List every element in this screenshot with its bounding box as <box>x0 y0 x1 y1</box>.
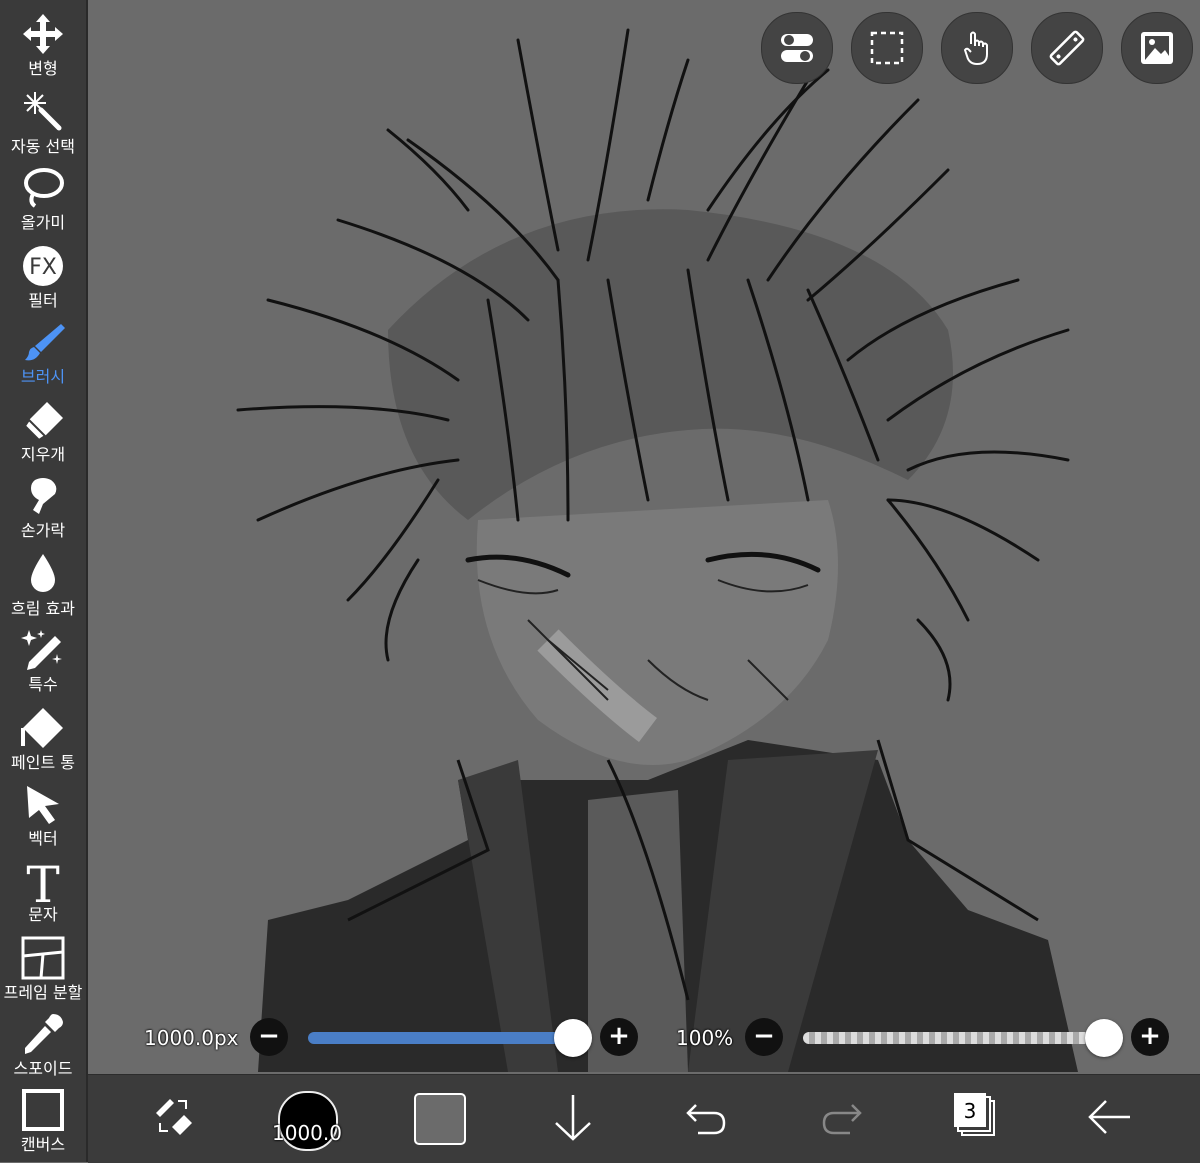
ruler-button[interactable] <box>1031 12 1103 84</box>
tool-label: 필터 <box>28 291 58 310</box>
size-slider-track[interactable] <box>308 1032 578 1044</box>
ruler-icon <box>1049 30 1085 66</box>
tool-label: 자동 선택 <box>11 137 75 156</box>
toggle-button[interactable] <box>761 12 833 84</box>
tool-canvas[interactable]: 캔버스 <box>0 1082 86 1158</box>
fx-icon: FX <box>23 246 63 286</box>
artwork-sketch <box>236 28 1078 1072</box>
brush-size-preview-button[interactable]: 1000.0 <box>272 1091 342 1151</box>
swap-tools-icon <box>156 1099 192 1135</box>
tool-label: 손가락 <box>20 521 66 540</box>
tool-fill[interactable]: 페인트 통 <box>0 700 86 776</box>
eyedropper-icon <box>25 1014 63 1054</box>
brush-size-value: 1000.0px <box>144 1026 239 1050</box>
redo-icon <box>822 1104 862 1135</box>
undo-icon <box>686 1104 726 1135</box>
eraser-icon <box>23 402 63 442</box>
tool-label: 스포이드 <box>13 1059 73 1078</box>
opacity-slider-track[interactable] <box>803 1032 1103 1044</box>
tool-label: 흐림 효과 <box>11 599 75 618</box>
toggle-icon <box>781 34 813 62</box>
brush-icon <box>25 324 65 361</box>
tool-label: 문자 <box>28 905 58 924</box>
selection-button[interactable] <box>851 12 923 84</box>
opacity-value: 100% <box>676 1026 734 1050</box>
size-plus-button[interactable]: + <box>600 1018 638 1056</box>
svg-text:FX: FX <box>29 255 57 280</box>
undo-button[interactable] <box>684 1091 730 1149</box>
drawing-canvas[interactable] <box>88 0 1200 1072</box>
tool-label: 변형 <box>28 59 58 78</box>
tool-filter[interactable]: FX 필터 <box>0 238 86 314</box>
tool-special[interactable]: 특수 <box>0 622 86 698</box>
tool-label: 프레임 분할 <box>3 983 83 1002</box>
bottom-toolbar: 1000.0 3 <box>88 1074 1200 1163</box>
arrow-left-icon <box>1088 1100 1130 1134</box>
sparkle-pen-icon <box>21 630 62 670</box>
tool-magic-wand[interactable]: 자동 선택 <box>0 84 86 160</box>
tool-eraser[interactable]: 지우개 <box>0 392 86 468</box>
size-minus-button[interactable]: − <box>250 1018 288 1056</box>
layers-button[interactable]: 3 <box>952 1091 1000 1149</box>
size-slider-knob[interactable] <box>554 1019 592 1057</box>
tool-blur[interactable]: 흐림 효과 <box>0 546 86 622</box>
back-button[interactable] <box>1086 1091 1132 1149</box>
secondary-color-swatch <box>414 1093 466 1145</box>
tool-lasso[interactable]: 올가미 <box>0 160 86 236</box>
tool-label: 특수 <box>28 675 58 694</box>
image-icon <box>1141 32 1173 64</box>
color-swatch-button[interactable] <box>414 1091 466 1149</box>
tool-frame-divider[interactable]: 프레임 분할 <box>0 930 86 1006</box>
cursor-arrow-icon <box>27 786 59 824</box>
arrow-down-icon <box>555 1095 591 1141</box>
frame-divide-icon <box>21 936 65 980</box>
paint-bucket-icon <box>21 708 63 748</box>
tool-smudge[interactable]: 손가락 <box>0 468 86 544</box>
brush-sliders: 1000.0px − + 100% − + <box>88 1012 1200 1066</box>
tool-vector[interactable]: 벡터 <box>0 776 86 852</box>
canvas-square-icon <box>22 1089 64 1131</box>
tool-label: 벡터 <box>28 829 58 848</box>
text-t-icon: T <box>26 858 59 904</box>
tool-brush[interactable]: 브러시 <box>0 314 86 390</box>
tool-label: 페인트 통 <box>11 753 75 772</box>
brush-size-label: 1000.0 <box>272 1121 342 1145</box>
finger-icon <box>31 478 57 514</box>
tool-label: 브러시 <box>20 367 66 386</box>
reference-button[interactable] <box>1121 12 1193 84</box>
brush-eraser-swap-button[interactable] <box>148 1091 198 1149</box>
opacity-slider-knob[interactable] <box>1085 1019 1123 1057</box>
lasso-icon <box>24 168 64 208</box>
redo-button[interactable] <box>818 1091 864 1149</box>
touch-button[interactable] <box>941 12 1013 84</box>
tool-transform[interactable]: 변형 <box>0 6 86 82</box>
layer-down-button[interactable] <box>550 1091 596 1149</box>
droplet-icon <box>31 554 55 592</box>
tool-label: 캔버스 <box>20 1135 66 1154</box>
tool-label: 올가미 <box>20 213 66 232</box>
opacity-minus-button[interactable]: − <box>745 1018 783 1056</box>
tool-label: 지우개 <box>20 445 66 464</box>
move-arrows-icon <box>23 14 63 54</box>
tool-sidebar: 변형 자동 선택 올가미 FX 필터 브러시 지우개 손가락 흐림 효과 특수 … <box>0 0 88 1162</box>
touch-hand-icon <box>963 31 988 66</box>
tool-text[interactable]: T 문자 <box>0 852 86 928</box>
tool-eyedropper[interactable]: 스포이드 <box>0 1006 86 1082</box>
opacity-plus-button[interactable]: + <box>1131 1018 1169 1056</box>
selection-rect-icon <box>870 31 904 65</box>
layer-count: 3 <box>963 1099 977 1123</box>
magic-wand-icon <box>24 92 62 131</box>
svg-text:T: T <box>26 858 59 904</box>
